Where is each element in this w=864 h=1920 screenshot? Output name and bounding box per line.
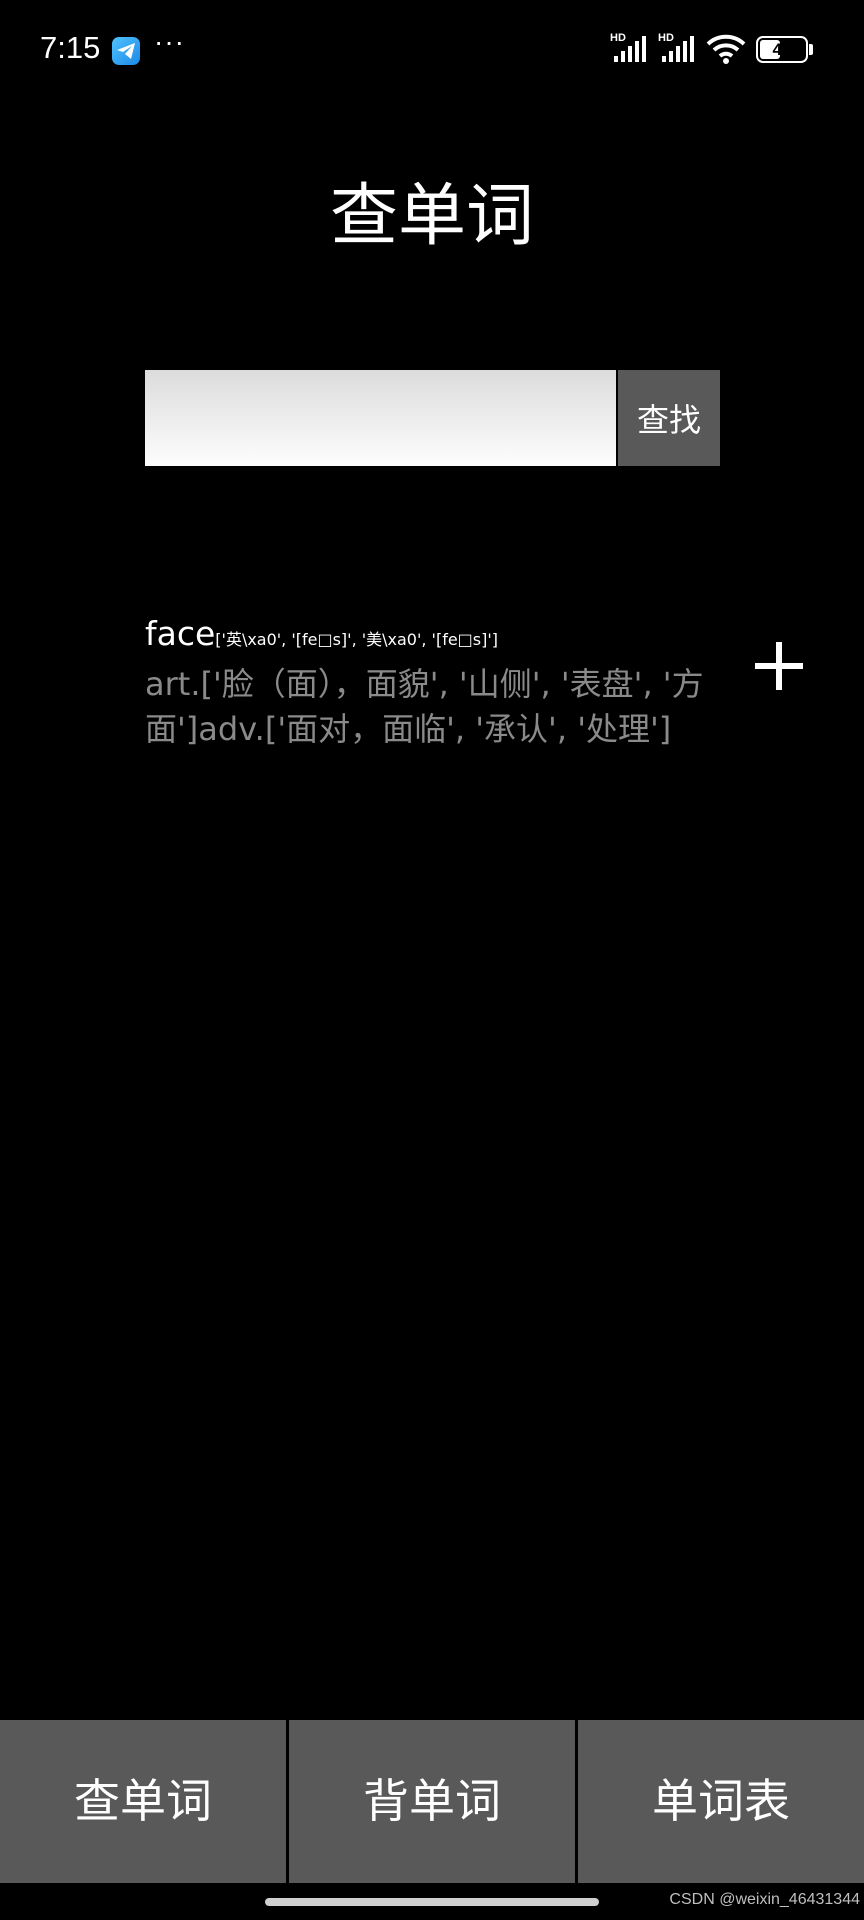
cell-signal-icon: HD xyxy=(658,32,700,64)
result-meaning: art.['脸（面），面貌', '山侧', '表盘', '方面']adv.['面… xyxy=(145,665,704,748)
battery-level: 46 xyxy=(772,40,792,59)
result-word: face xyxy=(145,614,216,653)
page-title: 查单词 xyxy=(329,177,534,256)
bottom-nav: 查单词 背单词 单词表 xyxy=(0,1720,864,1883)
result-word-line: face['英\xa0', '[fe□s]', '美\xa0', '[fe□s]… xyxy=(145,614,498,653)
result-phonetic: ['英\xa0', '[fe□s]', '美\xa0', '[fe□s]'] xyxy=(215,630,499,649)
more-notifications-icon: ··· xyxy=(154,26,185,57)
home-indicator[interactable] xyxy=(265,1898,599,1906)
watermark: CSDN @weixin_46431344 xyxy=(669,1891,860,1908)
status-bar: 7:15 ··· HD HD 46 xyxy=(0,0,864,100)
add-word-button[interactable] xyxy=(755,640,807,692)
tab-lookup-word[interactable]: 查单词 xyxy=(0,1720,286,1883)
wifi-icon xyxy=(706,34,746,68)
search-input[interactable] xyxy=(145,370,616,466)
result-item: face['英\xa0', '[fe□s]', '美\xa0', '[fe□s]… xyxy=(145,614,855,764)
screen: 7:15 ··· HD HD 46 查单词 查找 face['英\xa0', '… xyxy=(0,0,864,1920)
tab-memorize-word[interactable]: 背单词 xyxy=(289,1720,575,1883)
cell-signal-icon: HD xyxy=(610,32,652,64)
status-time: 7:15 xyxy=(40,30,101,65)
search-button[interactable]: 查找 xyxy=(618,370,720,466)
telegram-send-icon xyxy=(112,37,140,65)
battery-tip xyxy=(809,44,813,55)
tab-word-list[interactable]: 单词表 xyxy=(578,1720,864,1883)
battery-icon: 46 xyxy=(756,36,808,63)
